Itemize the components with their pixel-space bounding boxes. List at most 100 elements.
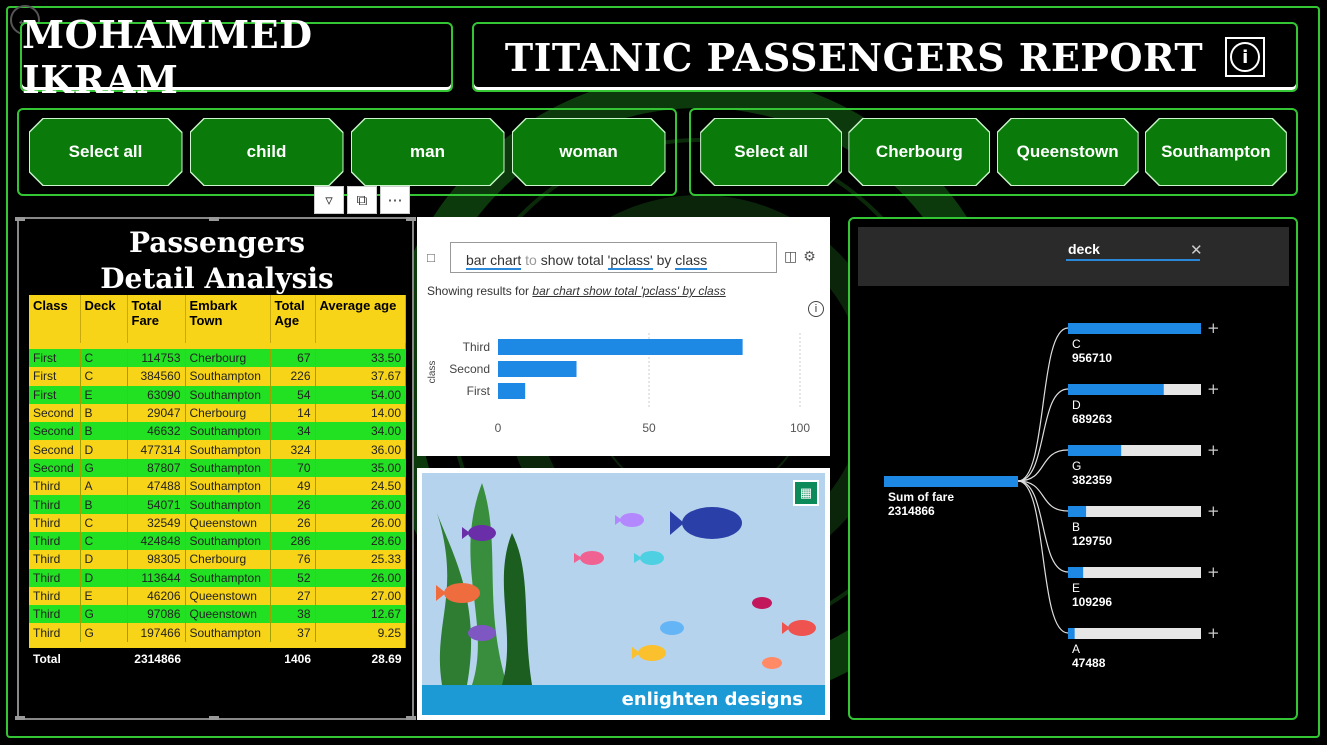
table-row[interactable]: Third G 197466 Southampton 37 9.25 — [29, 623, 406, 642]
embark-southampton-button[interactable]: Southampton — [1146, 119, 1286, 185]
table-cell: D — [80, 550, 128, 569]
node-bar[interactable] — [1068, 506, 1087, 517]
table-cell: B — [80, 422, 128, 441]
node-bar[interactable] — [1068, 628, 1075, 639]
table-cell: Southampton — [185, 531, 271, 551]
table-cell: 37 — [270, 623, 316, 642]
result-prefix: Showing results for — [427, 284, 533, 298]
total-cell: 2314866 — [127, 647, 185, 670]
table-row[interactable]: Third D 98305 Cherbourg 76 25.33 — [29, 550, 406, 569]
table-cell: Third — [29, 477, 81, 496]
table-row[interactable]: Third G 97086 Queenstown 38 12.67 — [29, 605, 406, 624]
table-cell: Third — [29, 495, 81, 514]
resize-handle[interactable] — [15, 217, 25, 221]
column-header[interactable]: Class — [29, 295, 81, 343]
column-header[interactable]: Total Fare — [127, 295, 186, 343]
embark-cherbourg-button[interactable]: Cherbourg — [849, 119, 989, 185]
filter-icon[interactable]: ▿ — [314, 186, 344, 214]
passengers-detail-table[interactable]: Passengers Detail Analysis Class Deck To… — [15, 217, 416, 720]
table-cell: 97086 — [127, 605, 186, 624]
node-bar[interactable] — [1068, 567, 1084, 578]
expand-plus-icon[interactable]: + — [1207, 380, 1220, 398]
qa-input[interactable]: bar chart to show total 'pclass' by clas… — [450, 242, 777, 273]
bar — [498, 339, 743, 355]
resize-handle[interactable] — [15, 716, 25, 720]
column-header[interactable]: Average age — [315, 295, 406, 343]
node-bar-bg[interactable] — [1068, 567, 1201, 578]
who-child-button[interactable]: child — [191, 119, 343, 185]
table-row[interactable]: Second B 29047 Cherbourg 14 14.00 — [29, 403, 406, 423]
fish-illustration — [436, 483, 816, 685]
table-row[interactable]: Second B 46632 Southampton 34 34.00 — [29, 422, 406, 441]
table-cell: 14.00 — [315, 403, 406, 423]
table-title: Passengers Detail Analysis — [100, 226, 334, 295]
table-cell: B — [80, 495, 128, 514]
y-axis-label: class — [427, 361, 438, 384]
table-row[interactable]: First C 384560 Southampton 226 37.67 — [29, 367, 406, 386]
embark-queenstown-button[interactable]: Queenstown — [998, 119, 1138, 185]
table-cell: 47488 — [127, 477, 186, 496]
who-select-all-button[interactable]: Select all — [30, 119, 182, 185]
node-value: 689263 — [1072, 412, 1112, 426]
table-row[interactable]: Second D 477314 Southampton 324 36.00 — [29, 440, 406, 459]
table-cell: 52 — [270, 568, 316, 587]
node-label: E — [1072, 581, 1080, 595]
info-icon[interactable]: i — [1225, 37, 1266, 77]
node-bar[interactable] — [1068, 445, 1122, 456]
table-row[interactable]: Third C 424848 Southampton 286 28.60 — [29, 531, 406, 551]
turn-into-visual-icon[interactable]: ◫ — [784, 248, 803, 264]
settings-icon[interactable]: ⚙ — [803, 248, 822, 264]
table-row[interactable]: Third D 113644 Southampton 52 26.00 — [29, 568, 406, 587]
table-row[interactable]: Third B 54071 Southampton 26 26.00 — [29, 495, 406, 514]
column-header[interactable]: Deck — [80, 295, 128, 343]
table-row[interactable]: First C 114753 Cherbourg 67 33.50 — [29, 349, 406, 368]
table-cell: D — [80, 568, 128, 587]
more-options-icon[interactable]: ⋯ — [380, 186, 410, 214]
query-text: show total — [540, 252, 608, 268]
table-cell: 34.00 — [315, 422, 406, 441]
table-row[interactable]: Third C 32549 Queenstown 26 26.00 — [29, 513, 406, 532]
expand-plus-icon[interactable]: + — [1207, 441, 1220, 459]
node-bar-bg[interactable] — [1068, 628, 1201, 639]
table-cell: Southampton — [185, 568, 271, 587]
who-man-button[interactable]: man — [352, 119, 504, 185]
column-header[interactable]: Embark Town — [185, 295, 271, 343]
y-tick-label: First — [467, 384, 491, 398]
table-row[interactable]: Third E 46206 Queenstown 27 27.00 — [29, 586, 406, 606]
visual-toolbar: ▿ ⧉ ⋯ — [314, 186, 410, 214]
table-cell: 33.50 — [315, 349, 406, 368]
resize-handle[interactable] — [406, 716, 416, 720]
node-label: G — [1072, 459, 1081, 473]
table-cell: 477314 — [127, 440, 186, 459]
table-row[interactable]: Second G 87807 Southampton 70 35.00 — [29, 458, 406, 478]
table-cell: Second — [29, 440, 81, 459]
qa-info-icon[interactable]: i — [808, 301, 824, 317]
expand-plus-icon[interactable]: + — [1207, 563, 1220, 581]
who-woman-button[interactable]: woman — [513, 119, 665, 185]
resize-handle[interactable] — [209, 716, 219, 720]
resize-handle[interactable] — [209, 217, 219, 221]
table-cell: Southampton — [185, 477, 271, 496]
node-bar-bg[interactable] — [1068, 506, 1201, 517]
root-label: Sum of fare — [888, 490, 954, 504]
table-cell: A — [80, 477, 128, 496]
embark-select-all-button[interactable]: Select all — [701, 119, 841, 185]
chat-badge-icon[interactable]: ▦ — [793, 480, 819, 506]
focus-mode-icon[interactable]: ⧉ — [347, 186, 377, 214]
table-cell: C — [80, 513, 128, 532]
root-bar[interactable] — [884, 476, 1018, 487]
table-cell: 38 — [270, 605, 316, 624]
table-row[interactable]: Third A 47488 Southampton 49 24.50 — [29, 477, 406, 496]
expand-plus-icon[interactable]: + — [1207, 319, 1220, 337]
resize-handle[interactable] — [406, 217, 416, 221]
result-link[interactable]: bar chart show total 'pclass' by class — [532, 284, 725, 298]
table-row[interactable]: First E 63090 Southampton 54 54.00 — [29, 385, 406, 404]
expand-plus-icon[interactable]: + — [1207, 502, 1220, 520]
node-label: C — [1072, 337, 1081, 351]
node-bar[interactable] — [1068, 323, 1201, 334]
node-bar[interactable] — [1068, 384, 1164, 395]
expand-plus-icon[interactable]: + — [1207, 624, 1220, 642]
query-keyword: bar chart — [466, 252, 522, 270]
query-keyword: class — [675, 252, 708, 270]
column-header[interactable]: Total Age — [270, 295, 316, 343]
